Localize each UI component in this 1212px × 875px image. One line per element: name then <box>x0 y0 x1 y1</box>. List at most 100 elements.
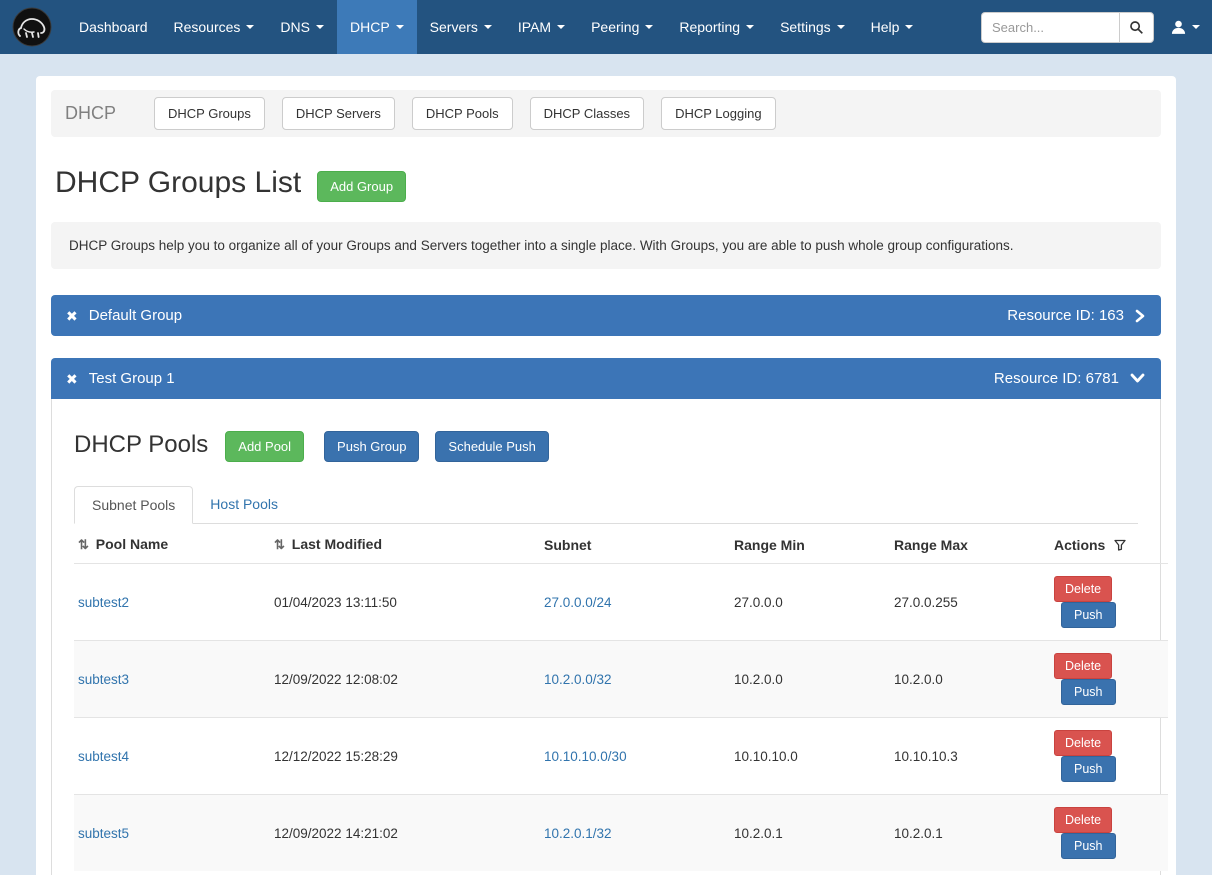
chevron-down-icon[interactable] <box>1129 372 1146 385</box>
nav-item-help[interactable]: Help <box>858 0 927 54</box>
caret-down-icon <box>837 25 845 29</box>
resource-id-label: Resource ID: 163 <box>1007 307 1124 324</box>
nav-item-label: Peering <box>591 19 639 35</box>
filter-icon[interactable] <box>1114 539 1126 551</box>
search-icon <box>1129 20 1144 35</box>
range-max-cell: 10.10.10.3 <box>890 718 1050 795</box>
subnav-dhcp-logging-button[interactable]: DHCP Logging <box>661 97 775 130</box>
group-panel-default-group: ✖ Default Group Resource ID: 163 <box>51 295 1161 336</box>
subnet-link[interactable]: 10.10.10.0/30 <box>544 749 627 764</box>
sort-icon: ⇅ <box>274 537 285 552</box>
push-button[interactable]: Push <box>1061 679 1116 705</box>
add-group-button[interactable]: Add Group <box>317 171 406 202</box>
group-name: Test Group 1 <box>89 370 175 387</box>
last-modified-cell: 01/04/2023 13:11:50 <box>270 564 540 641</box>
tab-host-pools[interactable]: Host Pools <box>193 486 295 524</box>
dhcp-subnav: DHCP DHCP Groups DHCP Servers DHCP Pools… <box>51 90 1161 137</box>
delete-button[interactable]: Delete <box>1054 730 1112 756</box>
delete-button[interactable]: Delete <box>1054 653 1112 679</box>
nav-item-dashboard[interactable]: Dashboard <box>66 0 161 54</box>
page-description: DHCP Groups help you to organize all of … <box>51 222 1161 269</box>
last-modified-cell: 12/12/2022 15:28:29 <box>270 718 540 795</box>
caret-down-icon <box>905 25 913 29</box>
app-logo[interactable] <box>12 0 52 54</box>
col-header-label: Range Max <box>894 537 968 553</box>
range-min-cell: 10.2.0.0 <box>730 641 890 718</box>
caret-down-icon <box>1192 25 1200 29</box>
nav-item-label: Resources <box>174 19 241 35</box>
search-input[interactable] <box>981 12 1119 43</box>
delete-button[interactable]: Delete <box>1054 807 1112 833</box>
pool-name-link[interactable]: subtest2 <box>78 595 129 610</box>
push-button[interactable]: Push <box>1061 833 1116 859</box>
table-row: subtest4 12/12/2022 15:28:29 10.10.10.0/… <box>74 718 1168 795</box>
subnet-link[interactable]: 27.0.0.0/24 <box>544 595 612 610</box>
caret-down-icon <box>557 25 565 29</box>
pools-title: DHCP Pools <box>74 431 208 459</box>
add-pool-button[interactable]: Add Pool <box>225 431 304 462</box>
pool-name-link[interactable]: subtest5 <box>78 826 129 841</box>
col-header-subnet: Subnet <box>540 524 730 564</box>
pool-name-link[interactable]: subtest3 <box>78 672 129 687</box>
top-navbar: Dashboard Resources DNS DHCP Servers IPA… <box>0 0 1212 54</box>
nav-item-dhcp[interactable]: DHCP <box>337 0 417 54</box>
group-header-test-group-1[interactable]: ✖ Test Group 1 Resource ID: 6781 <box>51 358 1161 399</box>
main-menu: Dashboard Resources DNS DHCP Servers IPA… <box>66 0 926 54</box>
schedule-push-button[interactable]: Schedule Push <box>435 431 548 462</box>
nav-item-reporting[interactable]: Reporting <box>666 0 767 54</box>
table-row: subtest3 12/09/2022 12:08:02 10.2.0.0/32… <box>74 641 1168 718</box>
last-modified-cell: 12/09/2022 14:21:02 <box>270 795 540 872</box>
pools-header-row: DHCP Pools Add Pool Push Group Schedule … <box>74 427 1138 462</box>
push-group-button[interactable]: Push Group <box>324 431 419 462</box>
resource-id-label: Resource ID: 6781 <box>994 370 1119 387</box>
caret-down-icon <box>746 25 754 29</box>
nav-item-resources[interactable]: Resources <box>161 0 268 54</box>
col-header-actions[interactable]: Actions <box>1050 524 1168 564</box>
sort-icon: ⇅ <box>78 537 89 552</box>
main-content: DHCP DHCP Groups DHCP Servers DHCP Pools… <box>36 76 1176 875</box>
page-title: DHCP Groups List <box>55 166 301 200</box>
subnav-dhcp-classes-button[interactable]: DHCP Classes <box>530 97 644 130</box>
caret-down-icon <box>316 25 324 29</box>
nav-item-servers[interactable]: Servers <box>417 0 505 54</box>
user-menu[interactable] <box>1170 19 1200 36</box>
subnet-link[interactable]: 10.2.0.1/32 <box>544 826 612 841</box>
mammoth-logo-icon <box>12 7 52 47</box>
subnet-link[interactable]: 10.2.0.0/32 <box>544 672 612 687</box>
col-header-pool-name[interactable]: ⇅ Pool Name <box>74 524 270 564</box>
delete-button[interactable]: Delete <box>1054 576 1112 602</box>
nav-item-dns[interactable]: DNS <box>267 0 337 54</box>
close-icon[interactable]: ✖ <box>66 372 78 386</box>
col-header-label: Actions <box>1054 537 1105 553</box>
push-button[interactable]: Push <box>1061 756 1116 782</box>
nav-item-label: IPAM <box>518 19 551 35</box>
nav-item-ipam[interactable]: IPAM <box>505 0 578 54</box>
col-header-label: Last Modified <box>292 536 382 552</box>
pools-tabs: Subnet Pools Host Pools <box>74 486 1138 524</box>
range-min-cell: 10.2.0.1 <box>730 795 890 872</box>
last-modified-cell: 12/09/2022 12:08:02 <box>270 641 540 718</box>
tab-subnet-pools[interactable]: Subnet Pools <box>74 486 193 524</box>
nav-item-label: Dashboard <box>79 19 148 35</box>
group-body: DHCP Pools Add Pool Push Group Schedule … <box>51 399 1161 875</box>
group-name: Default Group <box>89 307 182 324</box>
range-max-cell: 27.0.0.255 <box>890 564 1050 641</box>
subnav-dhcp-groups-button[interactable]: DHCP Groups <box>154 97 265 130</box>
close-icon[interactable]: ✖ <box>66 309 78 323</box>
chevron-right-icon[interactable] <box>1134 308 1146 324</box>
search-button[interactable] <box>1119 12 1154 43</box>
subnav-title: DHCP <box>65 103 116 124</box>
push-button[interactable]: Push <box>1061 602 1116 628</box>
range-max-cell: 10.2.0.1 <box>890 795 1050 872</box>
subnav-dhcp-pools-button[interactable]: DHCP Pools <box>412 97 513 130</box>
col-header-label: Subnet <box>544 537 591 553</box>
subnav-dhcp-servers-button[interactable]: DHCP Servers <box>282 97 395 130</box>
caret-down-icon <box>484 25 492 29</box>
col-header-last-modified[interactable]: ⇅ Last Modified <box>270 524 540 564</box>
group-panel-test-group-1: ✖ Test Group 1 Resource ID: 6781 DHCP Po… <box>51 358 1161 875</box>
nav-item-peering[interactable]: Peering <box>578 0 666 54</box>
pool-name-link[interactable]: subtest4 <box>78 749 129 764</box>
caret-down-icon <box>246 25 254 29</box>
group-header-default-group[interactable]: ✖ Default Group Resource ID: 163 <box>51 295 1161 336</box>
nav-item-settings[interactable]: Settings <box>767 0 858 54</box>
